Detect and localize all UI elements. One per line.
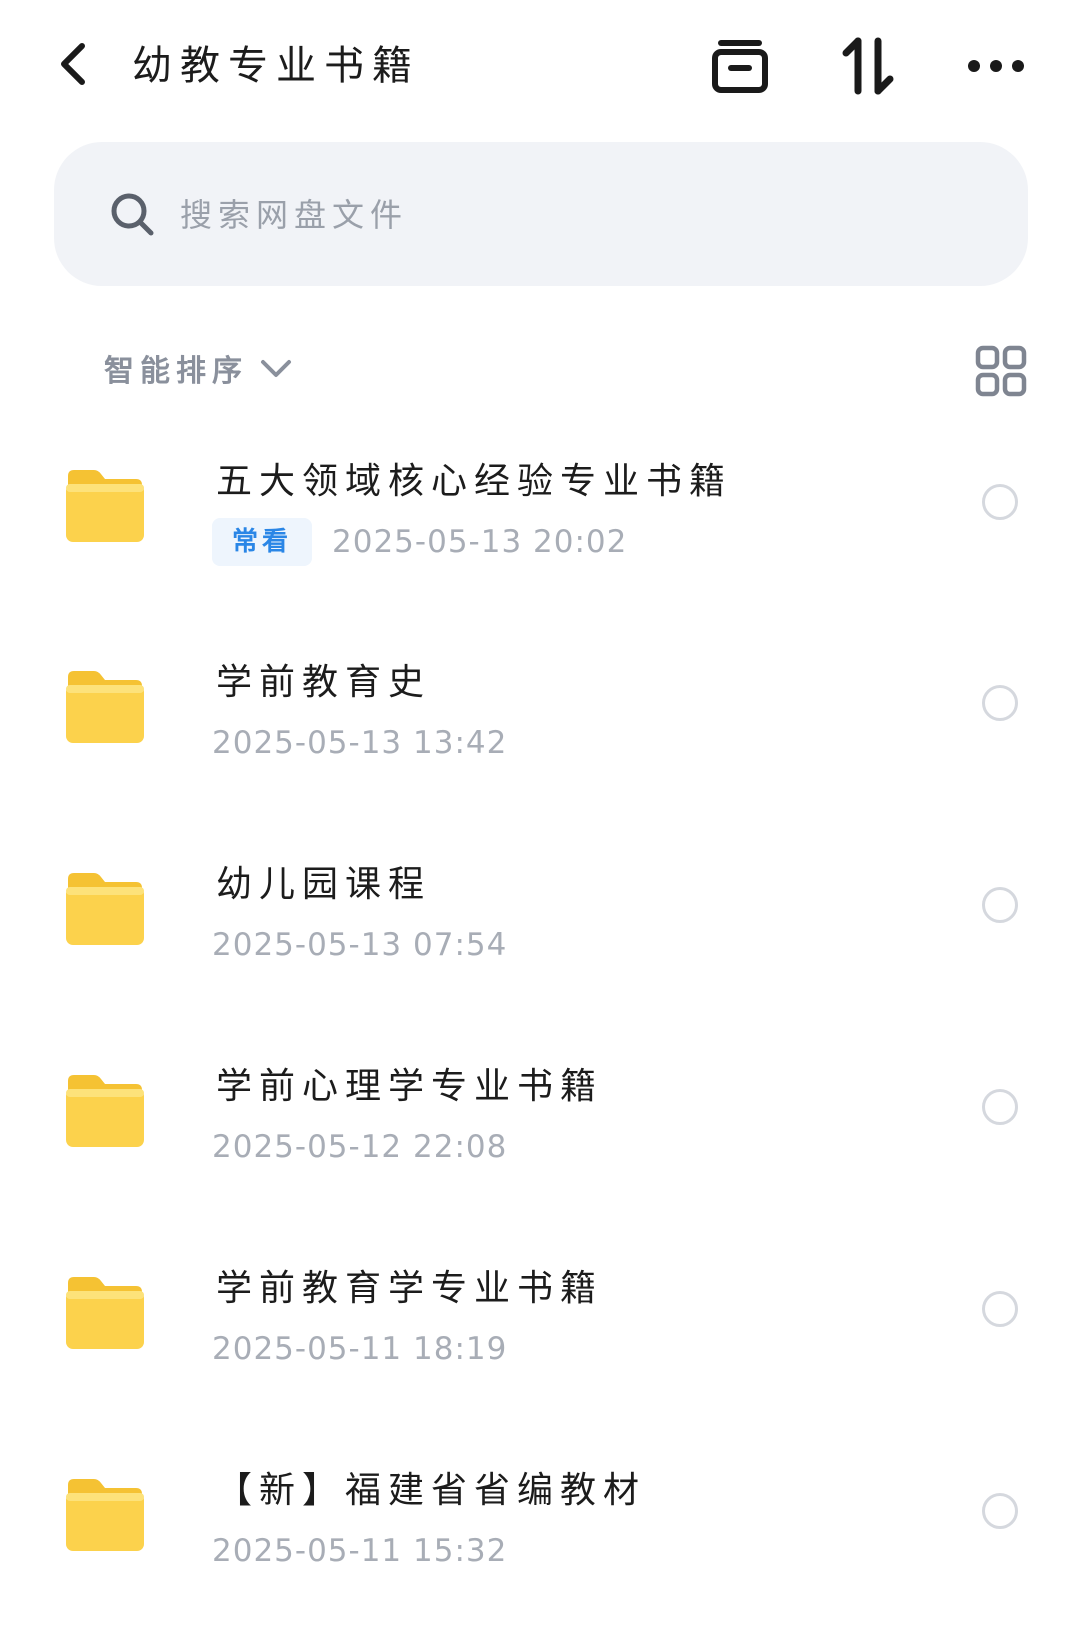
file-meta: 常看 2025-05-13 20:02 [212, 516, 627, 568]
file-name: 五大领域核心经验专业书籍 [216, 461, 733, 502]
transfer-arrows-icon [842, 37, 894, 95]
folder-icon [66, 1479, 144, 1551]
select-radio[interactable] [982, 887, 1018, 923]
more-dots-icon [968, 60, 1024, 72]
file-name: 学前教育史 [216, 662, 432, 703]
sort-label: 智能排序 [104, 354, 248, 389]
file-row[interactable]: 幼儿园课程 2025-05-13 07:54 [0, 835, 1080, 1039]
file-meta: 2025-05-11 18:19 [212, 1323, 507, 1375]
archive-button[interactable] [704, 30, 776, 102]
archive-box-icon [712, 40, 768, 93]
more-options-button[interactable] [960, 30, 1032, 102]
select-radio[interactable] [982, 1089, 1018, 1125]
back-button[interactable] [44, 34, 104, 94]
folder-icon [66, 671, 144, 743]
file-name: 幼儿园课程 [216, 864, 432, 905]
grid-view-icon [975, 345, 1027, 397]
file-name: 学前教育学专业书籍 [216, 1268, 604, 1309]
select-radio[interactable] [982, 1291, 1018, 1327]
select-radio[interactable] [982, 484, 1018, 520]
file-row[interactable]: 五大领域核心经验专业书籍 常看 2025-05-13 20:02 [0, 432, 1080, 636]
top-app-bar: 幼教专业书籍 [0, 0, 1080, 130]
file-time: 2025-05-11 15:32 [212, 1533, 508, 1569]
file-meta: 2025-05-11 15:32 [212, 1525, 507, 1577]
folder-icon [66, 470, 144, 542]
search-input[interactable] [178, 184, 962, 246]
file-meta: 2025-05-13 07:54 [212, 919, 507, 971]
search-bar[interactable] [54, 142, 1028, 286]
select-radio[interactable] [982, 685, 1018, 721]
file-meta: 2025-05-13 13:42 [212, 717, 507, 769]
folder-icon [66, 1075, 144, 1147]
select-radio[interactable] [982, 1493, 1018, 1529]
file-row[interactable]: 学前心理学专业书籍 2025-05-12 22:08 [0, 1037, 1080, 1241]
folder-icon [66, 873, 144, 945]
file-name: 学前心理学专业书籍 [216, 1066, 604, 1107]
file-time: 2025-05-13 07:54 [212, 927, 508, 963]
folder-icon [66, 1277, 144, 1349]
file-row[interactable]: 【新】福建省省编教材 2025-05-11 15:32 [0, 1441, 1080, 1645]
grid-view-toggle[interactable] [974, 344, 1028, 398]
file-name: 【新】福建省省编教材 [216, 1470, 647, 1511]
page-title: 幼教专业书籍 [132, 43, 420, 89]
transfer-list-button[interactable] [832, 30, 904, 102]
frequent-badge: 常看 [212, 518, 313, 566]
file-time: 2025-05-12 22:08 [212, 1129, 508, 1165]
file-meta: 2025-05-12 22:08 [212, 1121, 507, 1173]
chevron-left-icon [61, 43, 85, 85]
file-time: 2025-05-11 18:19 [212, 1331, 508, 1367]
search-icon [108, 190, 156, 238]
file-time: 2025-05-13 20:02 [332, 524, 628, 560]
file-time: 2025-05-13 13:42 [212, 725, 508, 761]
file-row[interactable]: 学前教育史 2025-05-13 13:42 [0, 633, 1080, 837]
file-row[interactable]: 学前教育学专业书籍 2025-05-11 18:19 [0, 1239, 1080, 1443]
sort-dropdown[interactable]: 智能排序 [104, 344, 294, 392]
chevron-down-icon [261, 360, 291, 377]
